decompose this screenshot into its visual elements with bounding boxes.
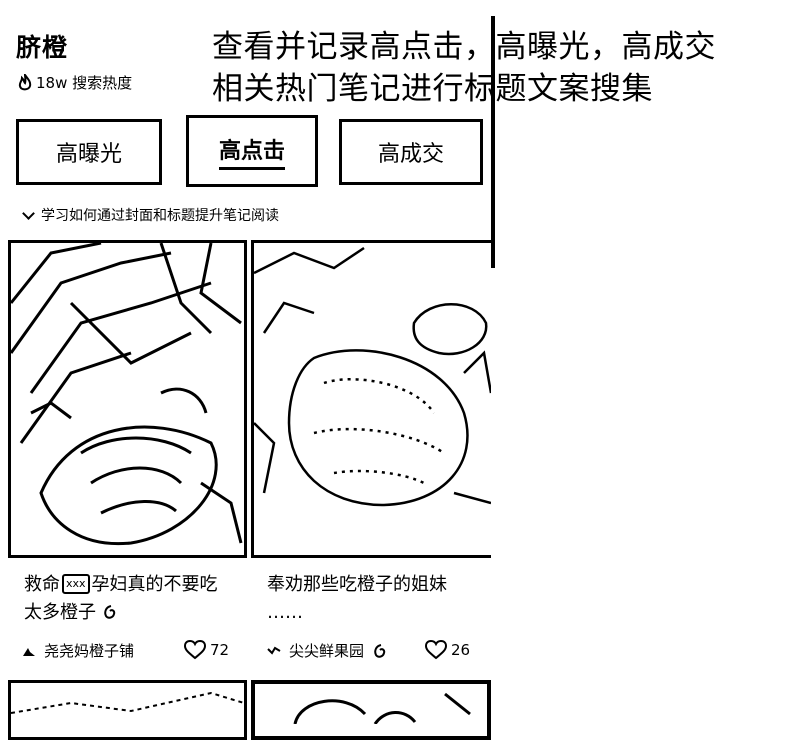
swirl-icon — [103, 605, 115, 619]
tab-high-click[interactable]: 高点击 — [186, 115, 318, 187]
cover-illustration — [293, 692, 471, 725]
flame-icon — [18, 73, 32, 90]
note-title[interactable]: 救命 xxx 孕妇真的不要吃 太多橙子 — [24, 571, 234, 627]
note-title[interactable]: 奉劝那些吃橙子的姐妹 …… — [267, 571, 477, 627]
annotation-line-1: 查看并记录高点击，高曝光，高成交 — [212, 29, 716, 65]
annotation-line-2: 相关热门笔记进行标题文案搜集 — [212, 71, 653, 107]
tip-arrow-icon — [22, 206, 35, 220]
avatar-icon — [267, 646, 281, 655]
author-name: 尧尧妈橙子铺 — [44, 642, 135, 660]
title-part: 孕妇真的不要吃 — [91, 574, 218, 595]
note-cover-image[interactable] — [8, 240, 247, 558]
cover-illustration — [254, 246, 491, 507]
swirl-icon — [374, 643, 386, 658]
annotation-text: 查看并记录高点击，高曝光，高成交 相关热门笔记进行标题文案搜集 — [212, 26, 716, 110]
tip-text: 学习如何通过封面和标题提升笔记阅读 — [41, 208, 279, 224]
tip-link[interactable]: 学习如何通过封面和标题提升笔记阅读 — [22, 205, 279, 225]
title-part: 救命 — [24, 574, 60, 595]
like-count: 72 — [210, 641, 230, 659]
title-part: 奉劝那些吃橙子的姐妹 — [267, 574, 447, 595]
cover-illustration — [11, 691, 244, 714]
title-part: …… — [267, 602, 303, 623]
tab-label: 高曝光 — [55, 142, 122, 167]
avatar-icon — [23, 647, 35, 656]
like-count: 26 — [451, 641, 471, 659]
title-part: 太多橙子 — [24, 602, 96, 623]
emoji-icon: xxx — [62, 574, 90, 594]
like-button[interactable]: 72 — [184, 640, 229, 660]
cover-illustration — [11, 243, 243, 546]
tab-high-deal[interactable]: 高成交 — [339, 119, 483, 185]
note-cover-image[interactable] — [8, 680, 247, 740]
tab-high-exposure[interactable]: 高曝光 — [16, 119, 162, 185]
tab-label: 高点击 — [218, 133, 285, 170]
heart-icon — [425, 640, 447, 660]
search-keyword: 脐橙 — [16, 33, 69, 62]
note-cover-image[interactable] — [251, 680, 491, 740]
search-heat: 18w 搜索热度 — [18, 72, 132, 93]
note-author[interactable]: 尖尖鲜果园 — [267, 640, 386, 661]
author-name: 尖尖鲜果园 — [289, 642, 365, 660]
heart-icon — [184, 640, 206, 660]
vertical-divider — [491, 16, 495, 268]
like-button[interactable]: 26 — [425, 640, 470, 660]
heat-text: 18w 搜索热度 — [36, 74, 133, 92]
tab-label: 高成交 — [377, 142, 444, 167]
note-author[interactable]: 尧尧妈橙子铺 — [22, 640, 134, 661]
note-cover-image[interactable] — [251, 240, 491, 558]
